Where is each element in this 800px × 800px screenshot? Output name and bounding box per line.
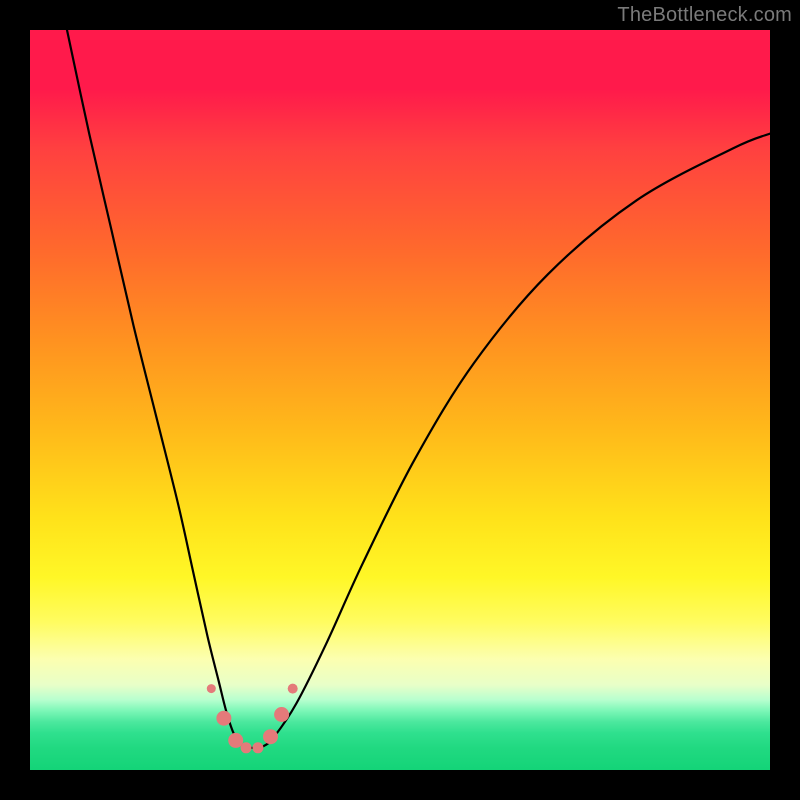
- highlight-dot: [263, 729, 278, 744]
- watermark-text: TheBottleneck.com: [617, 4, 792, 27]
- highlight-dot: [207, 684, 216, 693]
- highlight-dots-group: [207, 684, 298, 754]
- highlight-dot: [274, 707, 289, 722]
- highlight-dot: [252, 742, 263, 753]
- highlight-dot: [228, 733, 243, 748]
- plot-area: [30, 30, 770, 770]
- bottleneck-curve-path: [67, 30, 770, 748]
- curve-svg: [30, 30, 770, 770]
- highlight-dot: [216, 711, 231, 726]
- highlight-dot: [241, 742, 252, 753]
- highlight-dot: [288, 684, 298, 694]
- chart-frame: TheBottleneck.com: [0, 0, 800, 800]
